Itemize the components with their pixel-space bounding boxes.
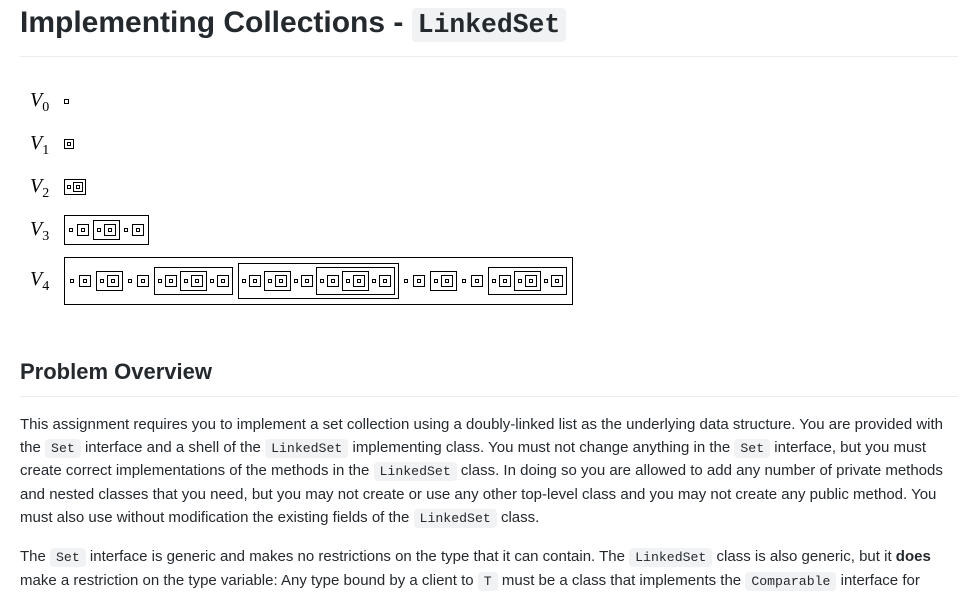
- figure-label: V1: [30, 128, 64, 161]
- section-heading: Problem Overview: [20, 355, 958, 397]
- v4-shape: [64, 257, 573, 305]
- code-set: Set: [734, 439, 770, 458]
- vicsek-figure: V0 V1 V2 V3 V4: [30, 85, 958, 305]
- figure-label: V0: [30, 85, 64, 118]
- figure-label: V2: [30, 171, 64, 204]
- title-code: LinkedSet: [412, 8, 567, 42]
- paragraph-1: This assignment requires you to implemen…: [20, 413, 958, 530]
- paragraph-2: The Set interface is generic and makes n…: [20, 545, 958, 592]
- bold-does: does: [896, 548, 931, 565]
- figure-row-v4: V4: [30, 257, 958, 305]
- v3-shape: [64, 215, 149, 245]
- code-comparable: Comparable: [745, 572, 836, 591]
- code-linkedset: LinkedSet: [414, 509, 497, 528]
- title-prefix: Implementing Collections -: [20, 6, 412, 39]
- figure-row-v0: V0: [30, 85, 958, 118]
- figure-row-v1: V1: [30, 128, 958, 161]
- figure-label: V3: [30, 214, 64, 247]
- figure-label: V4: [30, 264, 64, 297]
- code-linkedset: LinkedSet: [374, 462, 457, 481]
- v1-shape: [64, 139, 74, 149]
- v2-shape: [64, 179, 86, 195]
- code-linkedset: LinkedSet: [629, 548, 712, 567]
- code-t: T: [478, 572, 498, 591]
- code-linkedset: LinkedSet: [265, 439, 348, 458]
- page-title: Implementing Collections - LinkedSet: [20, 0, 958, 57]
- code-set: Set: [45, 439, 81, 458]
- figure-row-v3: V3: [30, 214, 958, 247]
- v0-shape: [64, 99, 69, 104]
- figure-row-v2: V2: [30, 171, 958, 204]
- code-set: Set: [50, 548, 86, 567]
